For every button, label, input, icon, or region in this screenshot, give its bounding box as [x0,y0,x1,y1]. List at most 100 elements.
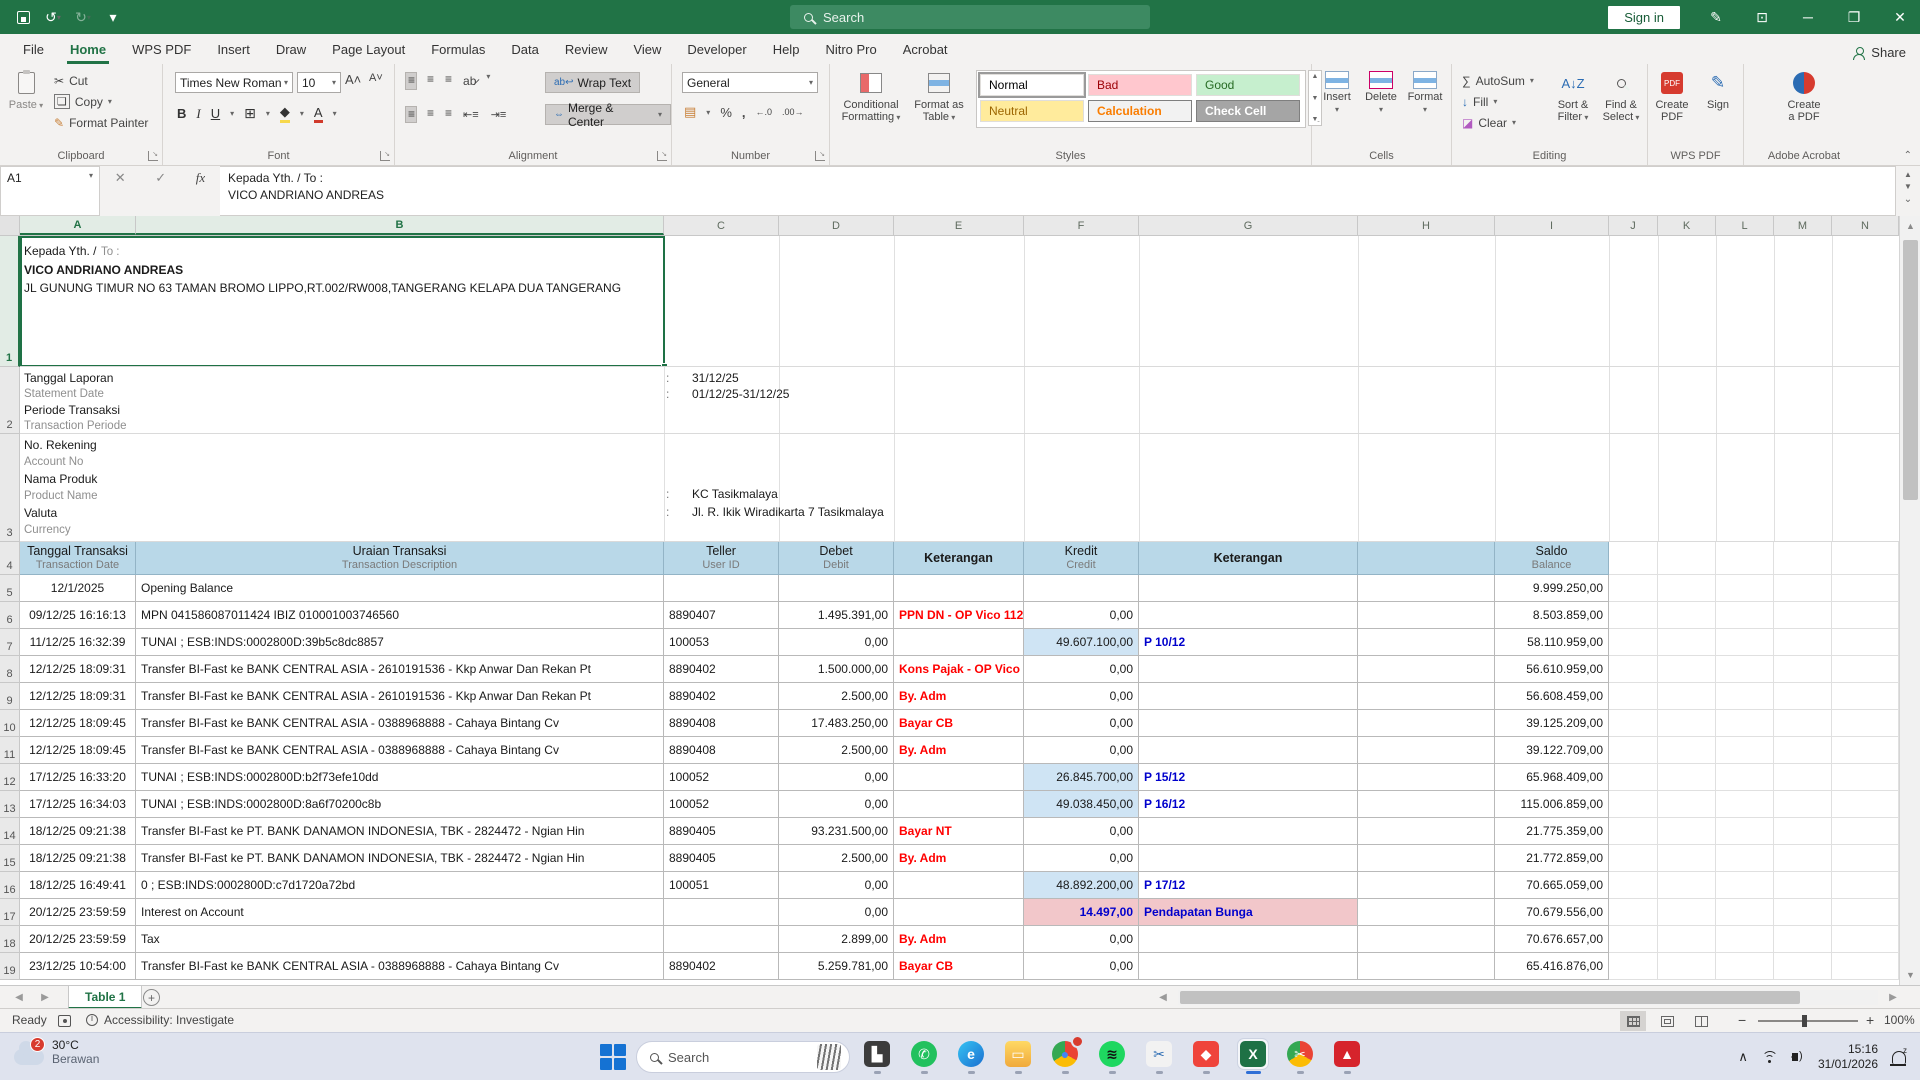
sheet-nav-left-icon[interactable]: ◀ [8,986,30,1009]
cell-19N[interactable] [1832,953,1899,980]
tab-formulas[interactable]: Formulas [418,36,498,64]
zoom-in-icon[interactable]: + [1866,1012,1874,1028]
column-header-M[interactable]: M [1774,216,1832,235]
notification-bell-icon[interactable] [1892,1051,1906,1064]
cell-16M[interactable] [1774,872,1832,899]
cell-5K[interactable] [1658,575,1716,602]
cell-4N[interactable] [1832,542,1899,575]
cell-keterangan-debet[interactable] [894,629,1024,656]
font-size-select[interactable]: 10▾ [297,72,341,93]
delete-cells-button[interactable]: Delete▾ [1360,68,1402,115]
orientation-icon[interactable]: ab̷ [461,72,478,90]
cell-10L[interactable] [1716,710,1774,737]
cell-17M[interactable] [1774,899,1832,926]
row-header-3[interactable]: 3 [0,434,20,542]
save-icon[interactable] [10,4,36,30]
edge-icon[interactable]: e [956,1039,986,1069]
cell-5J[interactable] [1609,575,1658,602]
cell-13K[interactable] [1658,791,1716,818]
cell-5M[interactable] [1774,575,1832,602]
cell-9N[interactable] [1832,683,1899,710]
cell-5L[interactable] [1716,575,1774,602]
cell-empty[interactable] [1358,683,1495,710]
start-button[interactable] [600,1044,626,1070]
cell-8M[interactable] [1774,656,1832,683]
cell-4L[interactable] [1716,542,1774,575]
ribbon-display-options-icon[interactable]: ⊡ [1742,0,1782,34]
cell-keterangan-debet[interactable]: Kons Pajak - OP Vico 1125 [894,656,1024,683]
whatsapp-icon[interactable]: ✆ [909,1039,939,1069]
tab-acrobat[interactable]: Acrobat [890,36,961,64]
cell-teller[interactable]: 100053 [664,629,779,656]
row-header-7[interactable]: 7 [0,629,20,656]
row-header-9[interactable]: 9 [0,683,20,710]
cell-13J[interactable] [1609,791,1658,818]
cell-transaction-description[interactable]: MPN 041586087011424 IBIZ 010001003746560 [136,602,664,629]
cell-12N[interactable] [1832,764,1899,791]
minimize-button[interactable]: ─ [1788,0,1828,34]
cell-teller[interactable]: 8890405 [664,818,779,845]
cell-12M[interactable] [1774,764,1832,791]
cell-transaction-description[interactable]: Transfer BI-Fast ke BANK CENTRAL ASIA - … [136,737,664,764]
cell-kredit[interactable]: 0,00 [1024,845,1139,872]
column-header-I[interactable]: I [1495,216,1609,235]
row-header-12[interactable]: 12 [0,764,20,791]
font-dialog-launcher[interactable]: ↘ [380,151,390,161]
cell-teller[interactable]: 8890402 [664,683,779,710]
cell-transaction-date[interactable]: 18/12/25 09:21:38 [20,845,136,872]
row-1-area[interactable]: Kepada Yth. / To :VICO ANDRIANO ANDREASJ… [20,236,1899,367]
cell-saldo[interactable]: 39.125.209,00 [1495,710,1609,737]
bottom-align-icon[interactable]: ≡ [443,72,453,90]
page-break-view-icon[interactable] [1688,1011,1714,1031]
close-button[interactable]: ✕ [1880,0,1920,34]
cell-kredit[interactable]: 0,00 [1024,926,1139,953]
cell-saldo[interactable]: 58.110.959,00 [1495,629,1609,656]
cell-debet[interactable]: 2.500,00 [779,737,894,764]
cell-15N[interactable] [1832,845,1899,872]
cell-transaction-description[interactable]: Transfer BI-Fast ke BANK CENTRAL ASIA - … [136,710,664,737]
cell-keterangan-kredit[interactable] [1139,845,1358,872]
cell-keterangan-debet[interactable] [894,899,1024,926]
cell-saldo[interactable]: 56.610.959,00 [1495,656,1609,683]
row-header-15[interactable]: 15 [0,845,20,872]
cell-teller[interactable] [664,575,779,602]
column-header-B[interactable]: B [136,216,664,235]
cell-transaction-date[interactable]: 12/12/25 18:09:45 [20,737,136,764]
cell-saldo[interactable]: 65.416.876,00 [1495,953,1609,980]
cell-debet[interactable]: 0,00 [779,899,894,926]
cell-18J[interactable] [1609,926,1658,953]
cell-16J[interactable] [1609,872,1658,899]
cell-teller[interactable]: 100052 [664,791,779,818]
tab-draw[interactable]: Draw [263,36,319,64]
cell-saldo[interactable]: 115.006.859,00 [1495,791,1609,818]
row-header-2[interactable]: 2 [0,367,20,434]
cell-teller[interactable]: 8890407 [664,602,779,629]
middle-align-icon[interactable]: ≡ [425,72,435,90]
cell-17N[interactable] [1832,899,1899,926]
horizontal-scrollbar[interactable] [1178,990,1878,1005]
row-header-1[interactable]: 1 [0,236,20,367]
cell-transaction-date[interactable]: 20/12/25 23:59:59 [20,926,136,953]
cell-8J[interactable] [1609,656,1658,683]
row-header-10[interactable]: 10 [0,710,20,737]
cell-teller[interactable] [664,899,779,926]
cell-keterangan-kredit[interactable] [1139,953,1358,980]
wrap-text-button[interactable]: ab↩Wrap Text [545,72,640,93]
tab-file[interactable]: File [10,36,57,64]
zoom-out-icon[interactable]: − [1738,1012,1746,1028]
select-all-corner[interactable] [0,216,20,235]
cell-14K[interactable] [1658,818,1716,845]
tab-nitro-pro[interactable]: Nitro Pro [812,36,889,64]
cell-19K[interactable] [1658,953,1716,980]
hscroll-right-icon[interactable]: ▶ [1882,986,1904,1009]
cell-keterangan-kredit[interactable]: P 10/12 [1139,629,1358,656]
cell-14L[interactable] [1716,818,1774,845]
titlebar-search-input[interactable]: Search [790,5,1150,29]
sort-filter-button[interactable]: A↓Z Sort &Filter ▾ [1550,68,1596,123]
cell-8K[interactable] [1658,656,1716,683]
cell-7L[interactable] [1716,629,1774,656]
number-dialog-launcher[interactable]: ↘ [815,151,825,161]
cell-transaction-description[interactable]: Transfer BI-Fast ke BANK CENTRAL ASIA - … [136,683,664,710]
align-center-icon[interactable]: ≡ [425,106,435,123]
volume-icon[interactable] [1792,1053,1798,1061]
